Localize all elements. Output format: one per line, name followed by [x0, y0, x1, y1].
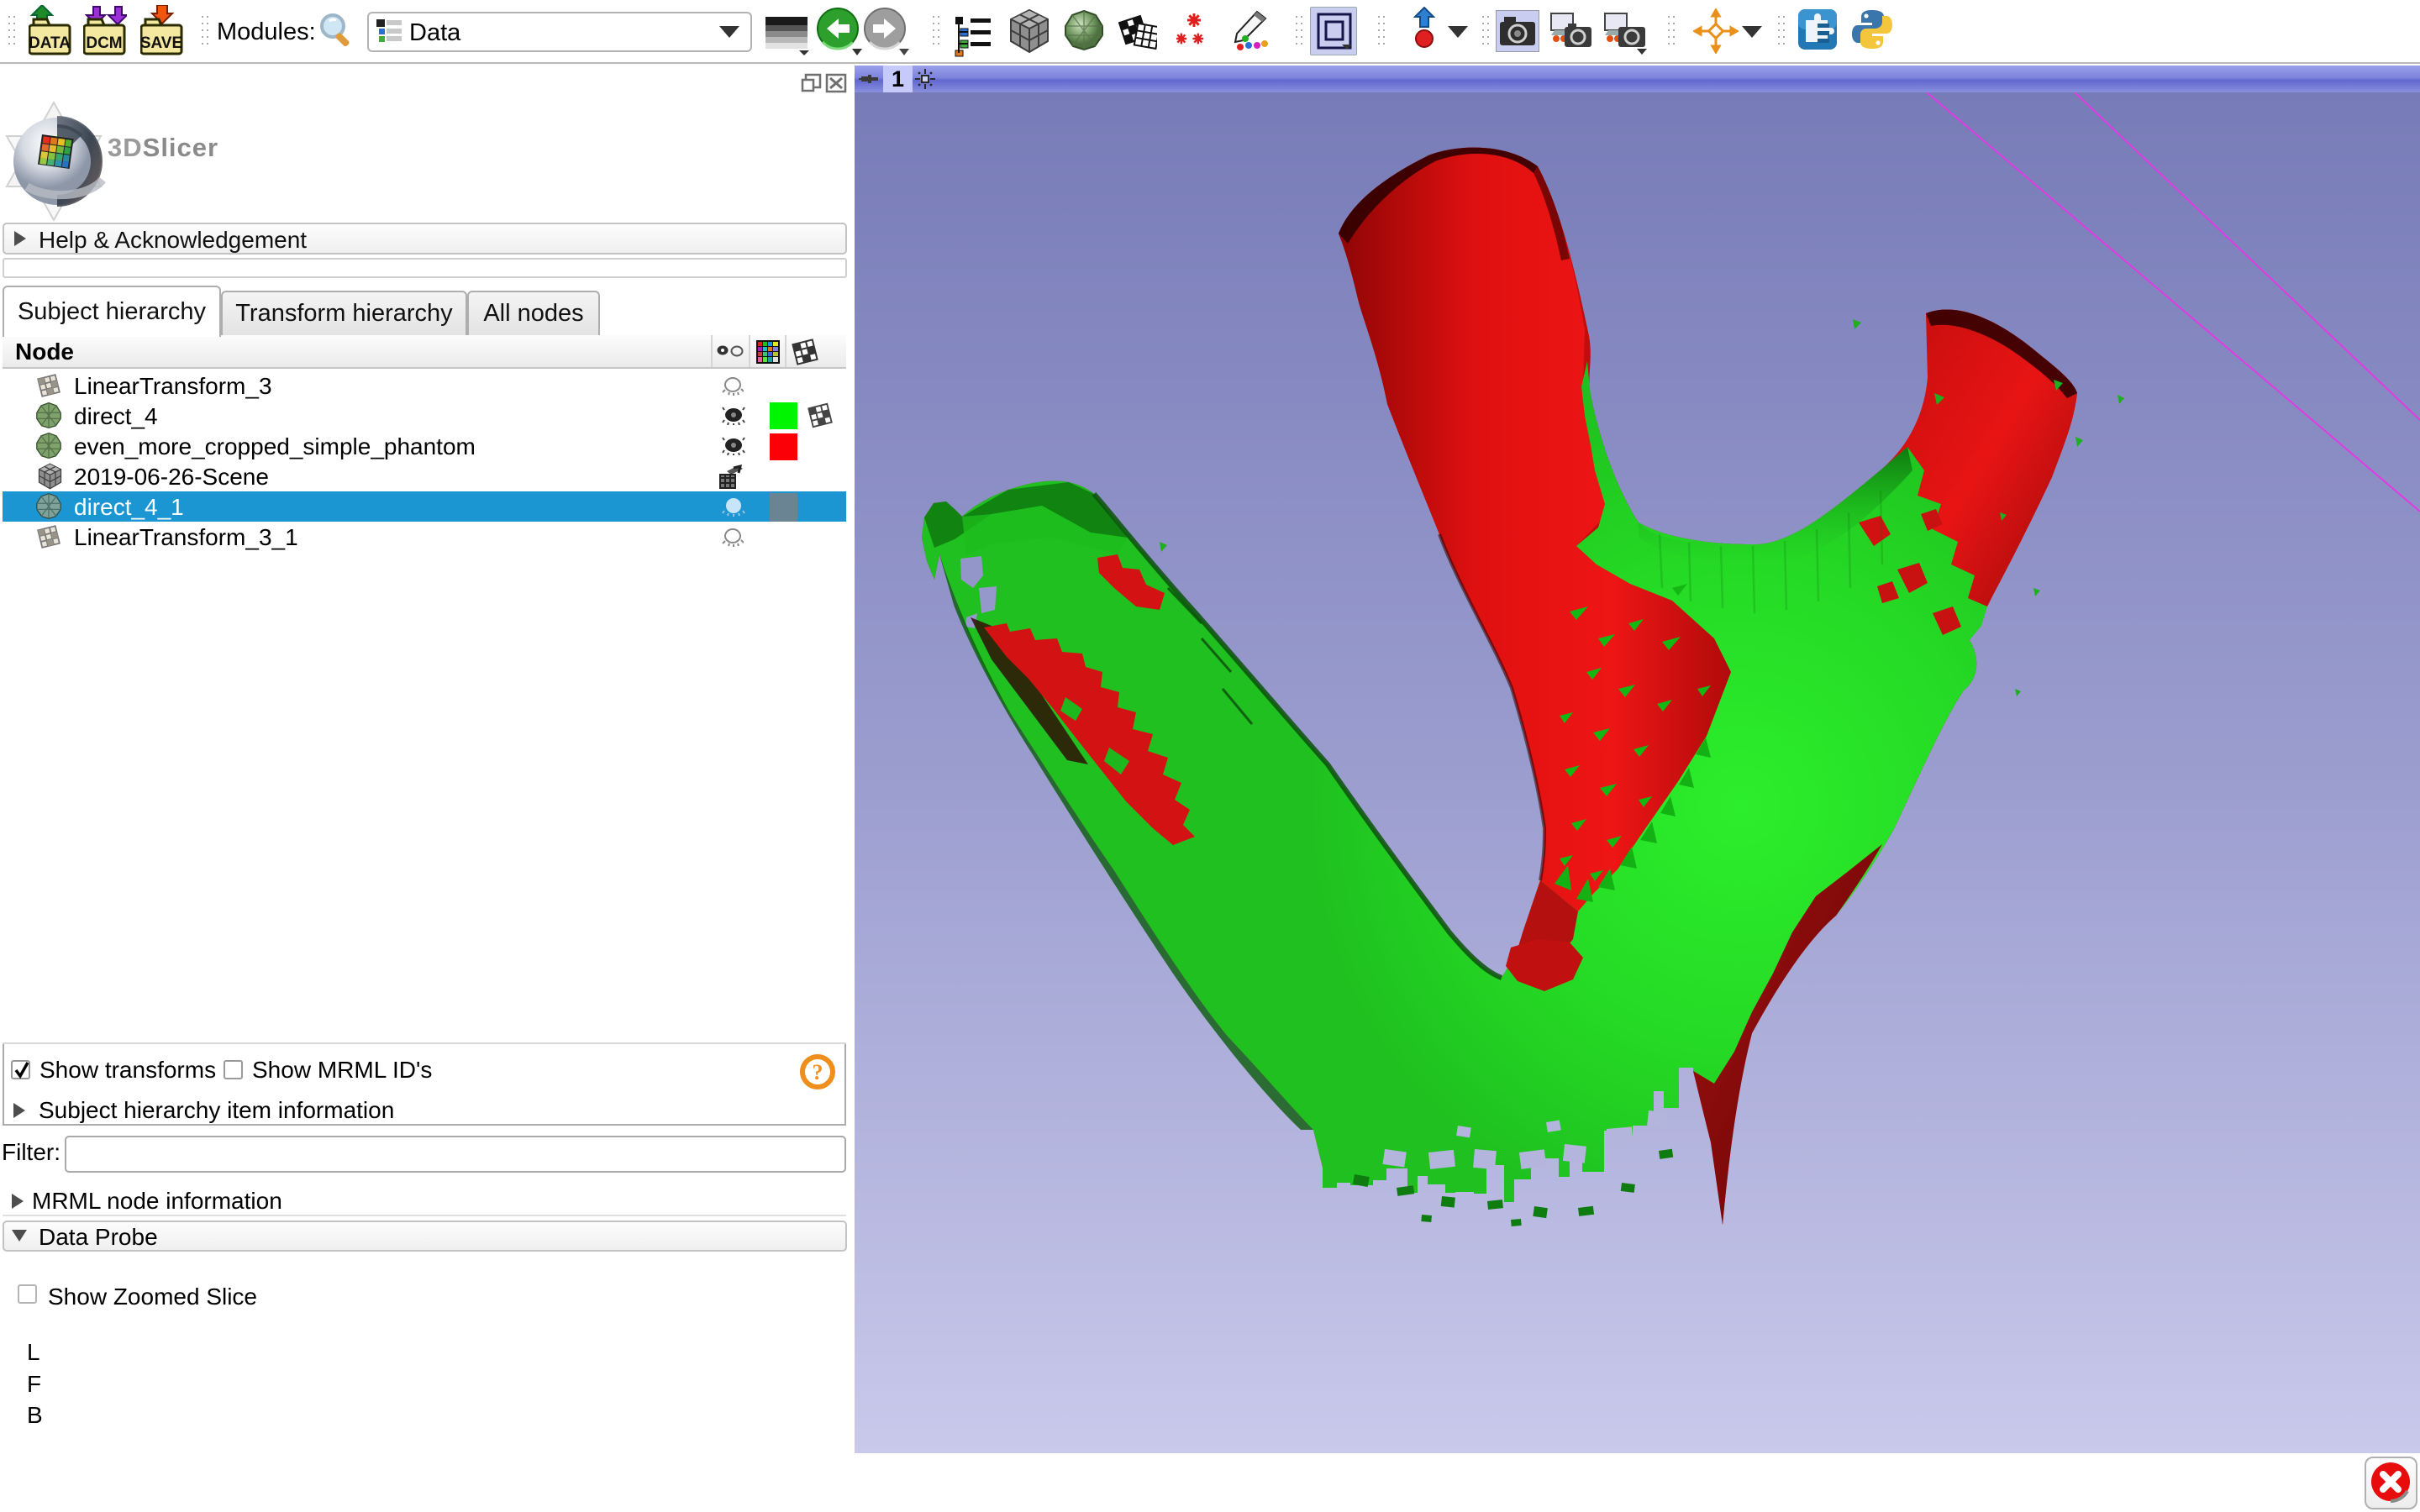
svg-text:SAVE: SAVE [140, 34, 182, 52]
svg-text:?: ? [813, 1060, 823, 1084]
svg-text:DCM: DCM [86, 34, 122, 52]
svg-text:DATA: DATA [29, 34, 71, 52]
